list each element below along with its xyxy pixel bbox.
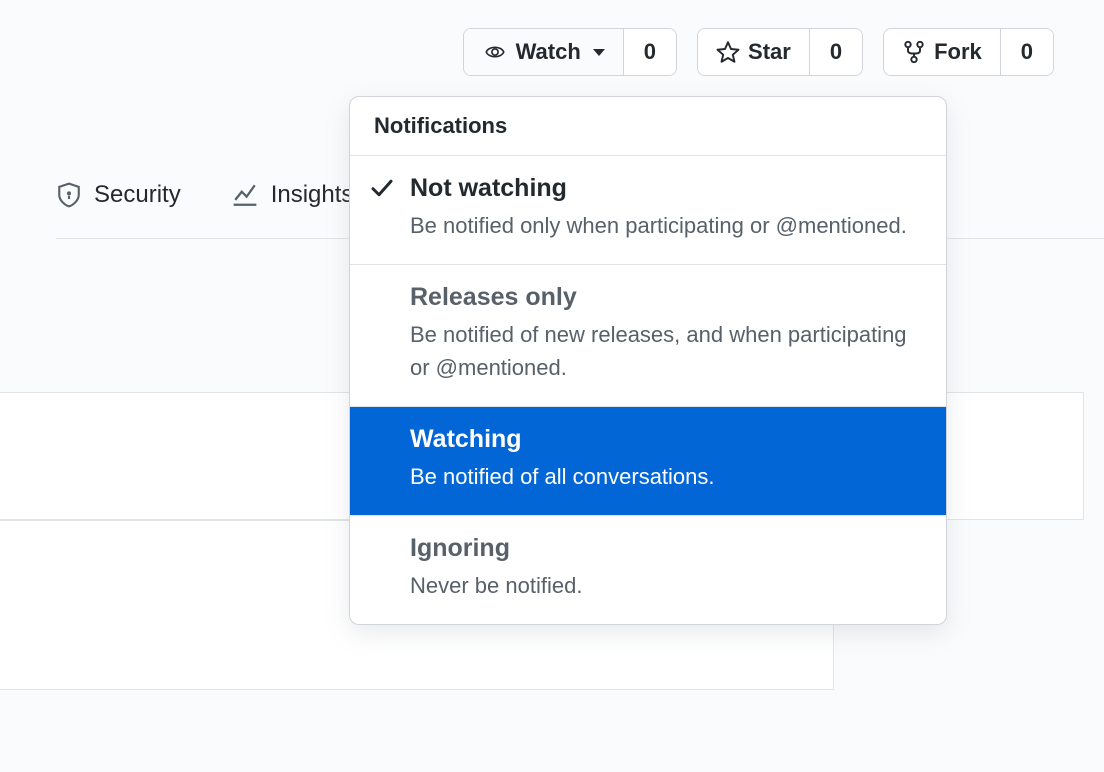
dropdown-item-desc: Be notified only when participating or @…: [410, 209, 922, 242]
star-button[interactable]: Star: [698, 29, 810, 75]
nav-insights-label: Insights: [271, 181, 354, 209]
nav-insights[interactable]: Insights: [231, 180, 354, 210]
dropdown-header: Notifications: [350, 97, 946, 156]
dropdown-item-title: Releases only: [410, 283, 922, 312]
nav-security-label: Security: [94, 181, 181, 209]
dropdown-item-title: Ignoring: [410, 534, 922, 563]
star-button-group: Star 0: [697, 28, 863, 76]
caret-down-icon: [593, 49, 605, 56]
dropdown-item-title: Not watching: [410, 174, 922, 203]
dropdown-item-watching[interactable]: Watching Be notified of all conversation…: [350, 407, 946, 516]
dropdown-item-title: Watching: [410, 425, 922, 454]
dropdown-item-not-watching[interactable]: Not watching Be notified only when parti…: [350, 156, 946, 265]
shield-icon: [56, 180, 82, 210]
star-label: Star: [748, 39, 791, 65]
fork-icon: [902, 39, 926, 65]
fork-count[interactable]: 0: [1001, 29, 1053, 75]
nav-security[interactable]: Security: [56, 180, 181, 210]
watch-button-group: Watch 0: [463, 28, 677, 76]
dropdown-item-desc: Be notified of all conversations.: [410, 460, 922, 493]
watch-count[interactable]: 0: [624, 29, 676, 75]
repo-actions: Watch 0 Star 0: [463, 28, 1054, 76]
fork-label: Fork: [934, 39, 982, 65]
watch-button[interactable]: Watch: [464, 29, 624, 75]
fork-button-group: Fork 0: [883, 28, 1054, 76]
fork-button[interactable]: Fork: [884, 29, 1001, 75]
eye-icon: [482, 42, 508, 62]
dropdown-item-desc: Never be notified.: [410, 569, 922, 602]
check-icon: [370, 176, 394, 200]
dropdown-item-releases-only[interactable]: Releases only Be notified of new release…: [350, 265, 946, 407]
watch-label: Watch: [516, 39, 581, 65]
dropdown-item-ignoring[interactable]: Ignoring Never be notified.: [350, 516, 946, 624]
star-count[interactable]: 0: [810, 29, 862, 75]
dropdown-item-desc: Be notified of new releases, and when pa…: [410, 318, 922, 384]
graph-icon: [231, 182, 259, 208]
star-icon: [716, 40, 740, 64]
notifications-dropdown: Notifications Not watching Be notified o…: [349, 96, 947, 625]
